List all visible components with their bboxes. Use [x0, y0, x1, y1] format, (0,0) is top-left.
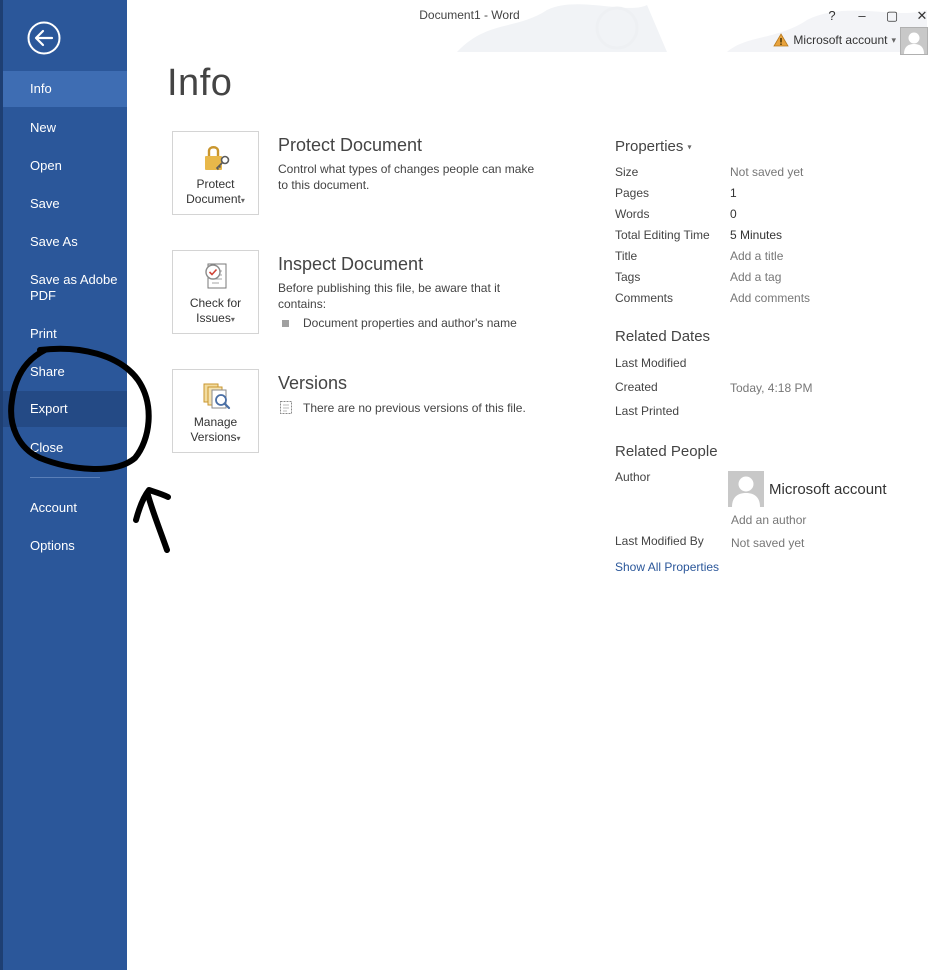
- last-printed-label: Last Printed: [615, 404, 680, 418]
- author-label: Author: [615, 470, 651, 484]
- sidebar-item-options[interactable]: Options: [3, 538, 127, 554]
- protect-document-button[interactable]: Protect Document▾: [172, 131, 259, 215]
- close-button[interactable]: ✕: [911, 6, 933, 26]
- created-value: Today, 4:18 PM: [730, 381, 813, 395]
- show-all-properties-link[interactable]: Show All Properties: [615, 560, 719, 574]
- prop-editing-time-value: 5 Minutes: [730, 228, 783, 242]
- prop-comments-input[interactable]: Add comments: [730, 291, 810, 305]
- sidebar-item-new[interactable]: New: [3, 120, 127, 136]
- author-avatar-icon: [728, 471, 764, 507]
- inspect-tile-line1: Check for: [189, 296, 242, 310]
- bullet-square-icon: [282, 319, 289, 327]
- account-caret-icon: ▾: [891, 34, 896, 45]
- manage-versions-icon: [203, 383, 231, 410]
- account-label: Microsoft account: [793, 33, 888, 47]
- sidebar-item-save[interactable]: Save: [3, 196, 127, 212]
- chevron-down-icon: ▾: [230, 315, 235, 324]
- sidebar-item-account[interactable]: Account: [3, 500, 127, 516]
- inspect-document-desc: Before publishing this file, be aware th…: [278, 281, 501, 311]
- account-menu[interactable]: Microsoft account ▾: [773, 33, 896, 47]
- last-modified-by-value: Not saved yet: [731, 536, 805, 550]
- properties-header: Properties: [615, 138, 684, 155]
- lock-key-icon: [205, 146, 230, 171]
- prop-comments-label: Comments: [615, 291, 674, 305]
- inspect-tile-line2: Issues: [196, 311, 231, 325]
- related-people-header: Related People: [615, 443, 718, 460]
- sidebar-item-close[interactable]: Close: [3, 440, 127, 456]
- prop-title-input[interactable]: Add a title: [730, 249, 783, 263]
- user-avatar-icon[interactable]: [900, 27, 928, 55]
- sidebar-item-open[interactable]: Open: [3, 158, 127, 174]
- inspect-document-title: Inspect Document: [278, 254, 424, 274]
- versions-tile-line2: Versions: [190, 430, 237, 444]
- protect-tile-line2: Document: [186, 192, 241, 206]
- prop-size-label: Size: [615, 165, 639, 179]
- back-arrow-icon[interactable]: [27, 21, 61, 55]
- protect-document-title: Protect Document: [278, 135, 423, 155]
- sidebar-item-print[interactable]: Print: [3, 326, 127, 342]
- last-modified-by-label: Last Modified By: [615, 534, 704, 548]
- created-label: Created: [615, 380, 658, 394]
- page-title: Info: [167, 62, 233, 104]
- prop-pages-value: 1: [730, 186, 737, 200]
- inspect-bullet-item: Document properties and author's name: [282, 316, 517, 330]
- prop-tags-label: Tags: [615, 270, 641, 284]
- related-dates-header: Related Dates: [615, 328, 711, 345]
- chevron-down-icon: ▾: [687, 142, 692, 152]
- prop-words-value: 0: [730, 207, 737, 221]
- protect-document-desc: Control what types of changes people can…: [278, 162, 535, 192]
- manage-versions-button[interactable]: Manage Versions▾: [172, 369, 259, 453]
- window-title: Document1 - Word: [419, 8, 520, 22]
- inspect-document-icon: [205, 263, 227, 289]
- sidebar-item-info[interactable]: Info: [3, 71, 127, 107]
- versions-title: Versions: [278, 373, 348, 393]
- versions-tile-line1: Manage: [193, 415, 238, 429]
- inspect-bullet-text: Document properties and author's name: [303, 316, 517, 330]
- title-bar: Document1 - Word ? – ▢ ✕ Microsoft accou…: [127, 0, 939, 55]
- minimize-button[interactable]: –: [851, 6, 873, 26]
- backstage-sidebar: Info New Open Save Save As Save as Adobe…: [0, 0, 127, 970]
- prop-words-label: Words: [615, 207, 650, 221]
- help-button[interactable]: ?: [821, 6, 843, 26]
- warning-icon: [773, 33, 790, 47]
- sidebar-item-share[interactable]: Share: [3, 364, 127, 380]
- prop-title-label: Title: [615, 249, 638, 263]
- document-icon: [280, 401, 292, 414]
- add-author-input[interactable]: Add an author: [731, 513, 806, 527]
- prop-pages-label: Pages: [615, 186, 650, 200]
- protect-tile-line1: Protect: [196, 177, 235, 191]
- chevron-down-icon: ▾: [240, 196, 245, 205]
- sidebar-item-save-as-adobe-pdf[interactable]: Save as Adobe PDF: [3, 272, 127, 304]
- prop-size-value: Not saved yet: [730, 165, 804, 179]
- last-modified-label: Last Modified: [615, 356, 687, 370]
- sidebar-divider: [30, 477, 100, 478]
- check-for-issues-button[interactable]: Check for Issues▾: [172, 250, 259, 334]
- chevron-down-icon: ▾: [236, 434, 241, 443]
- versions-row: There are no previous versions of this f…: [279, 400, 526, 415]
- properties-menu[interactable]: Properties ▾: [615, 138, 692, 155]
- author-name[interactable]: Microsoft account: [769, 481, 887, 498]
- sidebar-item-save-as[interactable]: Save As: [3, 234, 127, 250]
- sidebar-item-export[interactable]: Export: [3, 391, 127, 427]
- maximize-button[interactable]: ▢: [881, 6, 903, 26]
- prop-editing-time-label: Total Editing Time: [615, 228, 710, 242]
- prop-tags-input[interactable]: Add a tag: [730, 270, 781, 284]
- versions-desc: There are no previous versions of this f…: [303, 400, 526, 415]
- sidebar-edge: [0, 0, 3, 970]
